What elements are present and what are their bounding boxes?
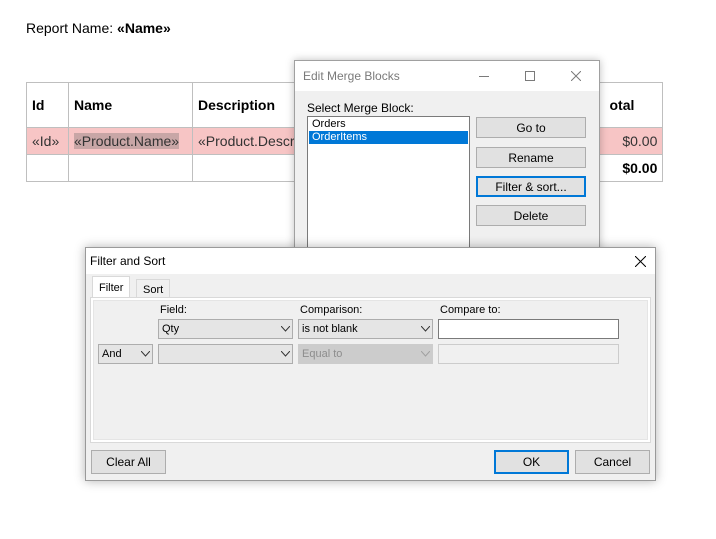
close-icon[interactable] — [553, 61, 599, 91]
minimize-icon[interactable] — [461, 61, 507, 91]
goto-button[interactable]: Go to — [476, 117, 586, 138]
comparison-select[interactable]: is not blank — [298, 319, 433, 339]
field-select[interactable] — [158, 344, 293, 364]
list-item-selected[interactable]: OrderItems — [309, 131, 468, 144]
dialog-titlebar: Filter and Sort — [86, 248, 655, 274]
chevron-down-icon — [278, 349, 292, 360]
close-icon[interactable] — [625, 248, 655, 274]
tab-filter[interactable]: Filter — [92, 276, 131, 299]
table-cell: «Id» — [26, 127, 69, 155]
merge-block-list-label: Select Merge Block: — [307, 101, 414, 115]
filter-panel: Field: Comparison: Compare to: Qty is no… — [90, 297, 651, 443]
compare-to-input-disabled — [438, 344, 619, 364]
table-cell — [26, 154, 69, 182]
logic-select[interactable]: And — [98, 344, 153, 364]
logic-select-value: And — [102, 348, 122, 360]
edit-merge-blocks-dialog: Edit Merge Blocks Select Merge Block: Or… — [294, 60, 600, 260]
filter-sort-button[interactable]: Filter & sort... — [476, 176, 586, 197]
field-select[interactable]: Qty — [158, 319, 293, 339]
maximize-icon[interactable] — [507, 61, 553, 91]
comparison-select-value: Equal to — [302, 348, 343, 360]
report-name-field: «Name» — [117, 20, 171, 36]
list-item[interactable]: Orders — [309, 118, 468, 131]
filter-sort-dialog: Filter and Sort Filter Sort Field: Compa… — [85, 247, 656, 481]
field-select-value: Qty — [162, 323, 180, 335]
dialog-title: Filter and Sort — [90, 254, 166, 268]
table-cell — [68, 154, 193, 182]
ok-button[interactable]: OK — [494, 450, 569, 474]
chevron-down-icon — [278, 324, 292, 335]
dialog-title: Edit Merge Blocks — [303, 69, 400, 83]
merge-block-list[interactable]: Orders OrderItems — [307, 116, 470, 256]
filter-grid: Field: Comparison: Compare to: Qty is no… — [93, 300, 648, 440]
table-header-cell: Name — [68, 82, 193, 128]
comparison-select-value: is not blank — [302, 323, 358, 335]
table-cell: «Product.Name» — [68, 127, 193, 155]
chevron-down-icon — [418, 324, 432, 335]
delete-button[interactable]: Delete — [476, 205, 586, 226]
comparison-column-header: Comparison: — [300, 304, 363, 316]
chevron-down-icon — [418, 349, 432, 360]
comparison-select-disabled: Equal to — [298, 344, 433, 364]
compare-to-input[interactable] — [438, 319, 619, 339]
report-name-label: Report Name: — [26, 20, 114, 36]
rename-button[interactable]: Rename — [476, 147, 586, 168]
cancel-button[interactable]: Cancel — [575, 450, 650, 474]
tab-sort[interactable]: Sort — [136, 279, 171, 299]
clear-all-button[interactable]: Clear All — [91, 450, 166, 474]
chevron-down-icon — [138, 349, 152, 360]
table-header-cell: Id — [26, 82, 69, 128]
dialog-titlebar: Edit Merge Blocks — [295, 61, 599, 91]
report-name-line: Report Name: «Name» — [26, 20, 171, 36]
field-column-header: Field: — [160, 304, 187, 316]
compare-to-column-header: Compare to: — [440, 304, 501, 316]
